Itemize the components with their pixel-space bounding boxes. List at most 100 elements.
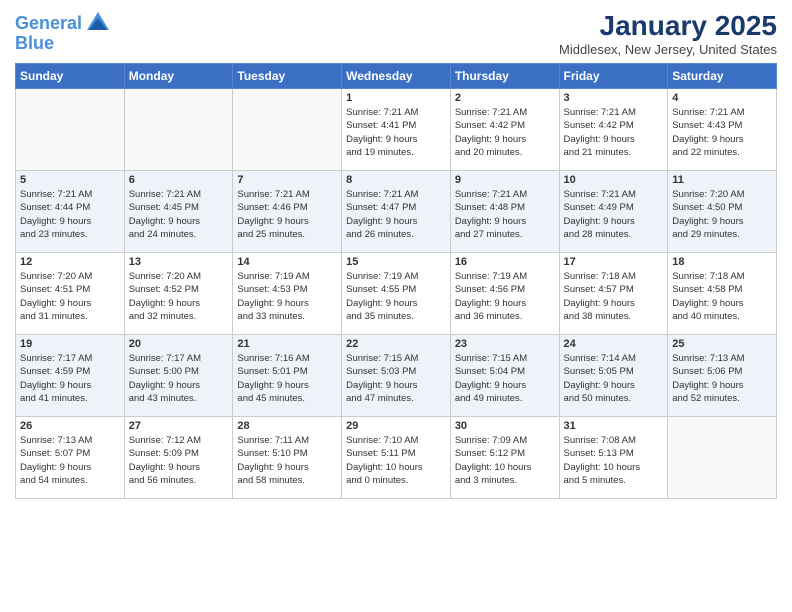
calendar-cell: 23 Sunrise: 7:15 AM Sunset: 5:04 PM Dayli… [450,335,559,417]
day-number: 22 [346,338,446,350]
day-info: Sunrise: 7:21 AM Sunset: 4:49 PM Dayligh… [564,188,664,241]
calendar-cell: 20 Sunrise: 7:17 AM Sunset: 5:00 PM Dayli… [124,335,233,417]
day-number: 12 [20,256,120,268]
day-number: 4 [672,92,772,104]
day-info: Sunrise: 7:14 AM Sunset: 5:05 PM Dayligh… [564,352,664,405]
calendar-cell: 17Sunrise: 7:18 AM Sunset: 4:57 PM Dayli… [559,253,668,335]
calendar-cell: 5 Sunrise: 7:21 AM Sunset: 4:44 PM Daylig… [16,171,125,253]
calendar-cell: 30 Sunrise: 7:09 AM Sunset: 5:12 PM Dayli… [450,417,559,499]
logo-text: General [15,14,82,34]
day-number: 26 [20,420,120,432]
calendar-cell: 26 Sunrise: 7:13 AM Sunset: 5:07 PM Dayli… [16,417,125,499]
calendar-cell [124,89,233,171]
day-number: 15 [346,256,446,268]
day-number: 16 [455,256,555,268]
day-number: 8 [346,174,446,186]
calendar-week-2: 5 Sunrise: 7:21 AM Sunset: 4:44 PM Daylig… [16,171,777,253]
day-info: Sunrise: 7:12 AM Sunset: 5:09 PM Dayligh… [129,434,229,487]
day-info: Sunrise: 7:21 AM Sunset: 4:41 PM Dayligh… [346,106,446,159]
day-number: 24 [564,338,664,350]
day-info: Sunrise: 7:11 AM Sunset: 5:10 PM Dayligh… [237,434,337,487]
calendar-cell: 19Sunrise: 7:17 AM Sunset: 4:59 PM Dayli… [16,335,125,417]
calendar-cell: 10 Sunrise: 7:21 AM Sunset: 4:49 PM Dayli… [559,171,668,253]
calendar-cell [233,89,342,171]
logo-icon [85,10,111,36]
day-number: 21 [237,338,337,350]
calendar-cell: 7 Sunrise: 7:21 AM Sunset: 4:46 PM Daylig… [233,171,342,253]
calendar-cell: 9 Sunrise: 7:21 AM Sunset: 4:48 PM Daylig… [450,171,559,253]
calendar-cell: 4 Sunrise: 7:21 AM Sunset: 4:43 PM Daylig… [668,89,777,171]
day-number: 25 [672,338,772,350]
page: General Blue January 2025 Middlesex, New… [0,0,792,612]
calendar-cell [668,417,777,499]
day-number: 6 [129,174,229,186]
day-number: 10 [564,174,664,186]
day-number: 5 [20,174,120,186]
logo-blue: Blue [15,34,54,54]
day-number: 3 [564,92,664,104]
day-number: 31 [564,420,664,432]
day-number: 9 [455,174,555,186]
location: Middlesex, New Jersey, United States [559,42,777,57]
calendar-cell: 16Sunrise: 7:19 AM Sunset: 4:56 PM Dayli… [450,253,559,335]
day-info: Sunrise: 7:09 AM Sunset: 5:12 PM Dayligh… [455,434,555,487]
day-info: Sunrise: 7:17 AM Sunset: 5:00 PM Dayligh… [129,352,229,405]
day-info: Sunrise: 7:21 AM Sunset: 4:43 PM Dayligh… [672,106,772,159]
calendar-week-3: 12 Sunrise: 7:20 AM Sunset: 4:51 PM Dayli… [16,253,777,335]
col-header-wednesday: Wednesday [342,64,451,89]
day-number: 30 [455,420,555,432]
day-number: 7 [237,174,337,186]
day-number: 14 [237,256,337,268]
calendar-cell: 3 Sunrise: 7:21 AM Sunset: 4:42 PM Daylig… [559,89,668,171]
day-info: Sunrise: 7:21 AM Sunset: 4:45 PM Dayligh… [129,188,229,241]
title-block: January 2025 Middlesex, New Jersey, Unit… [559,10,777,57]
day-info: Sunrise: 7:16 AM Sunset: 5:01 PM Dayligh… [237,352,337,405]
day-info: Sunrise: 7:20 AM Sunset: 4:52 PM Dayligh… [129,270,229,323]
day-info: Sunrise: 7:20 AM Sunset: 4:50 PM Dayligh… [672,188,772,241]
calendar-cell: 21 Sunrise: 7:16 AM Sunset: 5:01 PM Dayli… [233,335,342,417]
calendar-cell: 11 Sunrise: 7:20 AM Sunset: 4:50 PM Dayli… [668,171,777,253]
day-number: 27 [129,420,229,432]
day-info: Sunrise: 7:21 AM Sunset: 4:42 PM Dayligh… [455,106,555,159]
col-header-tuesday: Tuesday [233,64,342,89]
calendar-week-1: 1 Sunrise: 7:21 AM Sunset: 4:41 PM Daylig… [16,89,777,171]
day-info: Sunrise: 7:20 AM Sunset: 4:51 PM Dayligh… [20,270,120,323]
day-info: Sunrise: 7:13 AM Sunset: 5:07 PM Dayligh… [20,434,120,487]
day-number: 1 [346,92,446,104]
day-number: 17 [564,256,664,268]
day-info: Sunrise: 7:17 AM Sunset: 4:59 PM Dayligh… [20,352,120,405]
day-number: 11 [672,174,772,186]
day-info: Sunrise: 7:21 AM Sunset: 4:48 PM Dayligh… [455,188,555,241]
day-info: Sunrise: 7:15 AM Sunset: 5:03 PM Dayligh… [346,352,446,405]
calendar-cell: 6 Sunrise: 7:21 AM Sunset: 4:45 PM Daylig… [124,171,233,253]
day-info: Sunrise: 7:21 AM Sunset: 4:44 PM Dayligh… [20,188,120,241]
calendar-cell: 29Sunrise: 7:10 AM Sunset: 5:11 PM Dayli… [342,417,451,499]
calendar-cell: 22 Sunrise: 7:15 AM Sunset: 5:03 PM Dayli… [342,335,451,417]
day-info: Sunrise: 7:15 AM Sunset: 5:04 PM Dayligh… [455,352,555,405]
calendar-header-row: SundayMondayTuesdayWednesdayThursdayFrid… [16,64,777,89]
calendar-cell: 25 Sunrise: 7:13 AM Sunset: 5:06 PM Dayli… [668,335,777,417]
calendar-table: SundayMondayTuesdayWednesdayThursdayFrid… [15,63,777,499]
col-header-monday: Monday [124,64,233,89]
day-info: Sunrise: 7:13 AM Sunset: 5:06 PM Dayligh… [672,352,772,405]
col-header-thursday: Thursday [450,64,559,89]
day-info: Sunrise: 7:19 AM Sunset: 4:55 PM Dayligh… [346,270,446,323]
col-header-friday: Friday [559,64,668,89]
day-info: Sunrise: 7:21 AM Sunset: 4:42 PM Dayligh… [564,106,664,159]
day-number: 29 [346,420,446,432]
calendar-cell: 2 Sunrise: 7:21 AM Sunset: 4:42 PM Daylig… [450,89,559,171]
col-header-saturday: Saturday [668,64,777,89]
day-info: Sunrise: 7:08 AM Sunset: 5:13 PM Dayligh… [564,434,664,487]
day-number: 2 [455,92,555,104]
header: General Blue January 2025 Middlesex, New… [15,10,777,57]
day-number: 20 [129,338,229,350]
calendar-week-4: 19Sunrise: 7:17 AM Sunset: 4:59 PM Dayli… [16,335,777,417]
day-number: 13 [129,256,229,268]
day-number: 23 [455,338,555,350]
calendar-cell: 28Sunrise: 7:11 AM Sunset: 5:10 PM Dayli… [233,417,342,499]
day-info: Sunrise: 7:18 AM Sunset: 4:58 PM Dayligh… [672,270,772,323]
calendar-cell: 18Sunrise: 7:18 AM Sunset: 4:58 PM Dayli… [668,253,777,335]
calendar-cell [16,89,125,171]
day-info: Sunrise: 7:21 AM Sunset: 4:46 PM Dayligh… [237,188,337,241]
calendar-cell: 1 Sunrise: 7:21 AM Sunset: 4:41 PM Daylig… [342,89,451,171]
